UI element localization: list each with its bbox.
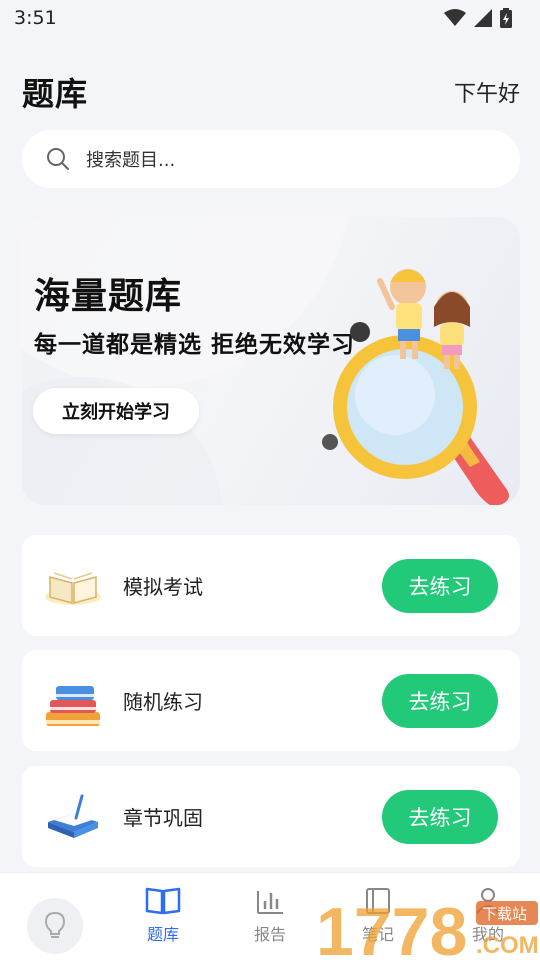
practice-card-label: 章节巩固 [123,806,203,830]
greeting-text: 下午好 [453,82,520,107]
nav-label: 报告 [253,925,286,944]
practice-button[interactable]: 去练习 [382,673,498,728]
svg-text:下载站: 下载站 [482,905,527,923]
svg-text:1778: 1778 [316,895,467,960]
status-time: 3:51 [14,7,57,29]
watermark-logo: 1778 下载站 .COM [316,894,540,960]
svg-text:.COM: .COM [476,932,539,959]
watermark-graphic: 1778 下载站 .COM [316,894,539,960]
battery-icon [500,8,512,28]
tip-button[interactable] [27,898,83,954]
nav-item-report[interactable]: 报告 [240,887,300,945]
nav-label: 题库 [146,925,179,944]
start-learning-button[interactable]: 立刻开始学习 [33,388,199,434]
practice-card-label: 随机练习 [123,690,203,714]
banner-subtitle: 每一道都是精选 拒绝无效学习 [34,332,356,358]
status-bar: 3:51 [0,0,540,36]
magnifier-kids-illustration [322,269,509,505]
banner-title: 海量题库 [34,276,183,317]
page-title: 题库 [22,75,89,113]
promo-banner[interactable]: 海量题库 每一道都是精选 拒绝无效学习 立刻开始学习 [22,217,520,505]
practice-button[interactable]: 去练习 [382,558,498,613]
nav-item-question-bank[interactable]: 题库 [133,887,193,945]
signal-icon [474,9,492,27]
header: 题库 下午好 [22,68,520,116]
search-icon [47,148,69,170]
notebook-pen-icon [48,794,98,838]
book-stack-icon [46,686,100,726]
bar-chart-icon [257,891,283,914]
open-book-icon [45,572,101,605]
search-placeholder: 搜索题目... [86,150,176,171]
lightbulb-icon [44,911,66,938]
practice-button[interactable]: 去练习 [382,789,498,844]
practice-card-random[interactable]: 随机练习 去练习 [22,650,520,751]
practice-card-chapter[interactable]: 章节巩固 去练习 [22,766,520,867]
practice-card-label: 模拟考试 [123,575,203,599]
wifi-icon [444,9,466,26]
search-input[interactable]: 搜索题目... [22,130,520,188]
status-icons [444,8,512,28]
book-icon [145,887,181,915]
practice-card-mock-exam[interactable]: 模拟考试 去练习 [22,535,520,636]
